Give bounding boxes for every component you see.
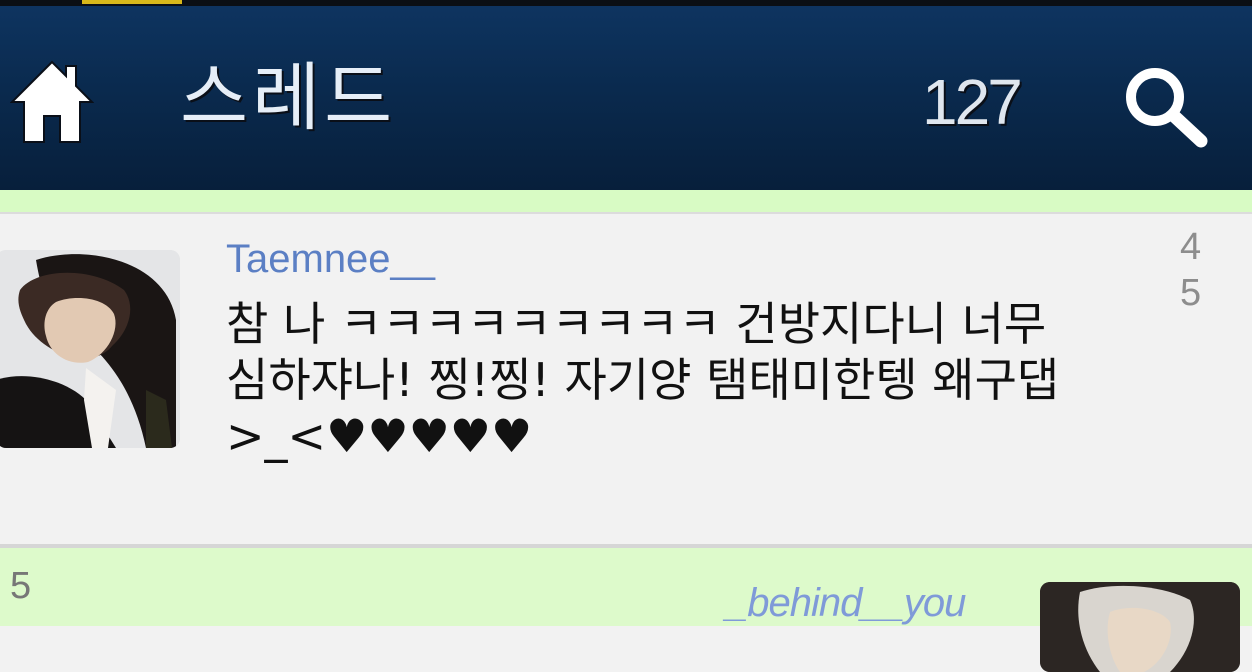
- tweet-count: 127: [922, 66, 1023, 138]
- tweet-item[interactable]: 5 _behind__you: [0, 548, 1252, 672]
- status-notification-indicator: [82, 0, 182, 4]
- avatar[interactable]: [0, 250, 180, 448]
- avatar-image: [0, 250, 180, 448]
- search-button[interactable]: [1118, 62, 1214, 150]
- section-separator: [0, 190, 1252, 212]
- tweet-text: 참 나 ㅋㅋㅋㅋㅋㅋㅋㅋㅋ 건방지다니 너무 심하쟈나! 찡!찡! 자기양 탬태…: [226, 297, 1060, 463]
- tweet-item[interactable]: Taemnee__ 4 5 참 나 ㅋㅋㅋㅋㅋㅋㅋㅋㅋ 건방지다니 너무 심하쟈…: [0, 212, 1252, 546]
- tweet-timestamp: 5: [10, 565, 32, 607]
- header-bar: 스레드 127: [0, 6, 1252, 190]
- avatar-image: [1040, 582, 1240, 672]
- home-icon: [10, 60, 94, 143]
- tweet-username[interactable]: Taemnee__: [226, 234, 435, 284]
- tweet-username[interactable]: _behind__you: [726, 578, 966, 628]
- avatar[interactable]: [1040, 582, 1240, 672]
- home-button[interactable]: [8, 54, 96, 150]
- page-title: 스레드: [180, 55, 397, 141]
- search-icon: [1126, 68, 1208, 148]
